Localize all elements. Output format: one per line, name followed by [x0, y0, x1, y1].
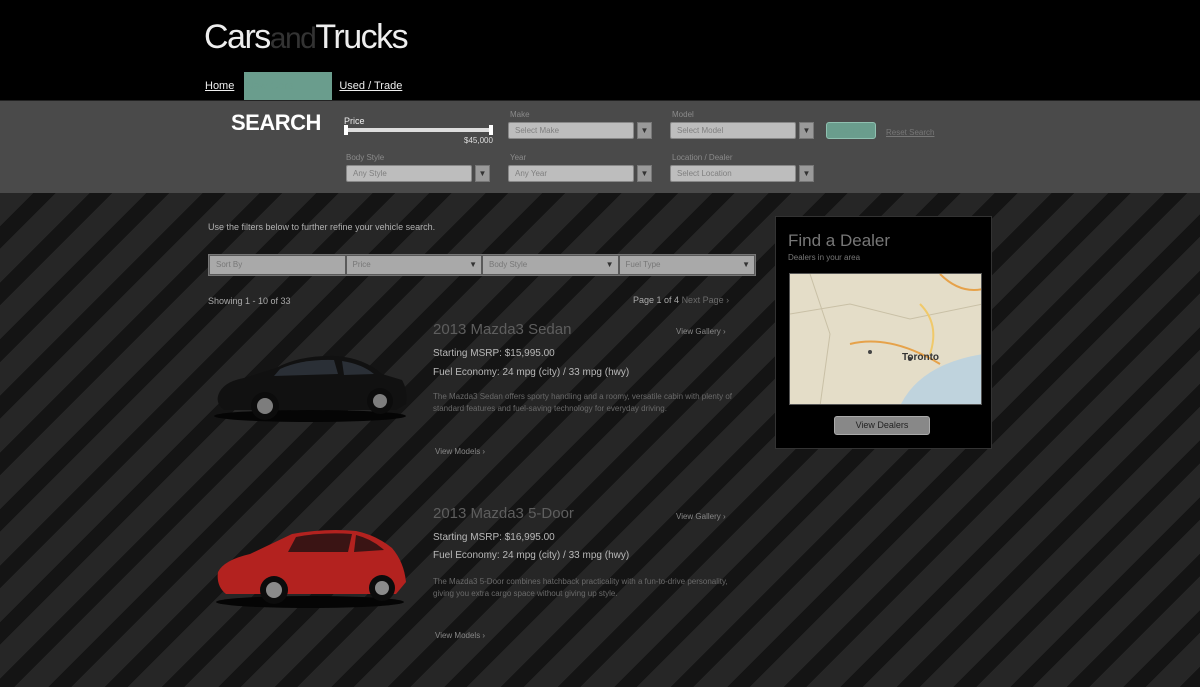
view-models-link[interactable]: View Models › [435, 631, 485, 640]
price-max-label: $45,000 [464, 136, 493, 145]
pagination: Page 1 of 4 Next Page › [633, 295, 729, 305]
search-button[interactable]: Search [826, 122, 876, 139]
chevron-down-icon[interactable]: ▼ [637, 122, 652, 139]
body-style-select-value: Any Style [346, 165, 472, 182]
location-select-value: Select Location [670, 165, 796, 182]
make-select-value: Select Make [508, 122, 634, 139]
price-slider-min-handle[interactable] [344, 125, 348, 135]
price-slider-track[interactable] [346, 128, 491, 132]
chevron-down-icon: ▼ [469, 260, 477, 269]
year-select[interactable]: Any Year ▼ [508, 165, 652, 182]
model-label: Model [672, 110, 694, 119]
map-city-label: Toronto [902, 352, 940, 363]
body-filter-select[interactable]: Body Style ▼ [483, 256, 618, 274]
top-header [0, 0, 1200, 100]
dealer-subtitle: Dealers in your area [788, 253, 861, 262]
car-fuel-economy: Fuel Economy: 24 mpg (city) / 33 mpg (hw… [433, 367, 630, 378]
price-slider-max-handle[interactable] [489, 125, 493, 135]
car-price: Starting MSRP: $16,995.00 [433, 532, 555, 543]
car-image[interactable] [210, 522, 410, 632]
model-select-value: Select Model [670, 122, 796, 139]
make-label: Make [510, 110, 530, 119]
car-description: The Mazda3 5-Door combines hatchback pra… [433, 577, 728, 598]
car-price: Starting MSRP: $15,995.00 [433, 348, 555, 359]
results-count: Showing 1 - 10 of 33 [208, 296, 291, 306]
body-style-label: Body Style [346, 153, 385, 162]
year-label: Year [510, 153, 527, 162]
model-select[interactable]: Select Model ▼ [670, 122, 814, 139]
nav-home[interactable]: Home [204, 72, 238, 100]
make-select[interactable]: Select Make ▼ [508, 122, 652, 139]
chevron-down-icon[interactable]: ▼ [475, 165, 490, 182]
chevron-down-icon: ▼ [605, 260, 614, 269]
black-sedan-image [214, 355, 407, 422]
page-indicator: Page 1 of 4 [633, 295, 680, 305]
main-nav: Home New Cars Used / Trade [204, 72, 406, 100]
next-page-link[interactable]: Next Page › [682, 295, 730, 305]
dealer-title: Find a Dealer [788, 231, 891, 250]
chevron-down-icon[interactable]: ▼ [799, 122, 814, 139]
reset-search-link[interactable]: Reset Search [886, 128, 934, 137]
map-image [790, 274, 981, 404]
year-select-value: Any Year [508, 165, 634, 182]
site-logo[interactable]: CarsandTrucks [204, 18, 409, 57]
car-image[interactable] [210, 338, 410, 448]
gallery-link[interactable]: View Gallery › [676, 512, 726, 521]
intro-text: Use the filters below to further refine … [208, 222, 436, 232]
price-filter-select[interactable]: Price ▼ [346, 256, 481, 274]
chevron-down-icon[interactable]: ▼ [799, 165, 814, 182]
nav-used[interactable]: Used / Trade [338, 72, 406, 100]
gallery-link[interactable]: View Gallery › [676, 327, 726, 336]
filter-bar: Sort By Price ▼ Body Style ▼ Fuel Type ▼ [208, 254, 756, 276]
view-models-link[interactable]: View Models › [435, 447, 485, 456]
car-fuel-economy: Fuel Economy: 24 mpg (city) / 33 mpg (hw… [433, 550, 630, 561]
dealer-map[interactable]: Toronto [789, 273, 982, 405]
location-select[interactable]: Select Location ▼ [670, 165, 814, 182]
chevron-down-icon[interactable]: ▼ [637, 165, 652, 182]
body-style-select[interactable]: Any Style ▼ [346, 165, 490, 182]
search-title: SEARCH [231, 110, 321, 135]
red-hatchback-image [216, 530, 406, 608]
fuel-filter-select[interactable]: Fuel Type ▼ [619, 256, 754, 274]
sort-select[interactable]: Sort By [210, 256, 345, 274]
car-description: The Mazda3 Sedan offers sporty handling … [433, 392, 732, 413]
car-title[interactable]: 2013 Mazda3 5-Door [433, 505, 574, 522]
car-title[interactable]: 2013 Mazda3 Sedan [433, 321, 571, 338]
location-label: Location / Dealer [672, 153, 733, 162]
view-dealers-button[interactable]: View Dealers [834, 416, 930, 435]
nav-new-cars[interactable]: New Cars [244, 72, 333, 100]
chevron-down-icon: ▼ [742, 260, 750, 269]
